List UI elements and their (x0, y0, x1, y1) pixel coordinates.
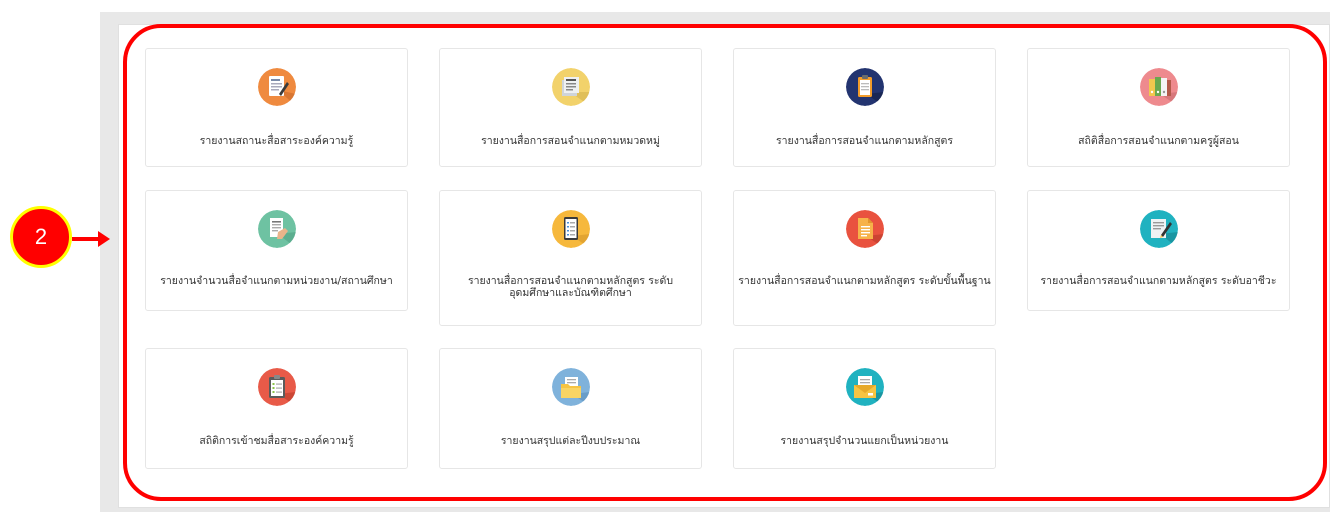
report-card-teacher-stats[interactable]: สถิติสื่อการสอนจำแนกตามครูผู้สอน (1027, 48, 1290, 167)
report-card-status[interactable]: รายงานสถานะสื่อสาระองค์ความรู้ (145, 48, 408, 167)
edit-document-icon (1139, 210, 1178, 248)
report-card-label: รายงานจำนวนสื่อจำแนกตามหน่วยงาน/สถานศึกษ… (160, 275, 393, 287)
step-marker: 2 (10, 206, 72, 268)
report-card-units[interactable]: รายงานจำนวนสื่อจำแนกตามหน่วยงาน/สถานศึกษ… (145, 190, 408, 311)
report-card-basic-ed[interactable]: รายงานสื่อการสอนจำแนกตามหลักสูตร ระดับขั… (733, 190, 996, 326)
report-card-visit-stats[interactable]: สถิติการเข้าชมสื่อสาระองค์ความรู้ (145, 348, 408, 469)
document-hand-icon (257, 210, 296, 248)
clipboard-icon (845, 68, 884, 106)
report-card-label: รายงานสื่อการสอนจำแนกตามหมวดหมู่ (481, 135, 660, 147)
report-card-category[interactable]: รายงานสื่อการสอนจำแนกตามหมวดหมู่ (439, 48, 702, 167)
binders-icon (1139, 68, 1178, 106)
report-card-by-unit[interactable]: รายงานสรุปจำนวนแยกเป็นหน่วยงาน (733, 348, 996, 469)
report-card-higher-ed[interactable]: รายงานสื่อการสอนจำแนกตามหลักสูตร ระดับอุ… (439, 190, 702, 326)
report-card-vocational[interactable]: รายงานสื่อการสอนจำแนกตามหลักสูตร ระดับอา… (1027, 190, 1290, 311)
report-card-label: รายงานสรุปแต่ละปีงบประมาณ (500, 435, 641, 447)
report-card-label: รายงานสถานะสื่อสาระองค์ความรู้ (199, 135, 354, 147)
document-form-icon (257, 68, 296, 106)
clipboard-list-icon (257, 368, 296, 406)
papers-stack-icon (551, 68, 590, 106)
document-icon (845, 210, 884, 248)
report-card-label: รายงานสื่อการสอนจำแนกตามหลักสูตร ระดับอา… (1040, 275, 1277, 287)
report-card-label: สถิติสื่อการสอนจำแนกตามครูผู้สอน (1078, 135, 1239, 147)
report-card-label: รายงานสื่อการสอนจำแนกตามหลักสูตร ระดับอุ… (467, 275, 674, 299)
report-card-label: รายงานสื่อการสอนจำแนกตามหลักสูตร (776, 135, 953, 147)
folder-icon (551, 368, 590, 406)
report-card-label: สถิติการเข้าชมสื่อสาระองค์ความรู้ (199, 435, 354, 447)
report-card-curriculum[interactable]: รายงานสื่อการสอนจำแนกตามหลักสูตร (733, 48, 996, 167)
envelope-icon (845, 368, 884, 406)
reports-panel: รายงานสถานะสื่อสาระองค์ความรู้ รายงานสื่… (118, 24, 1330, 508)
report-card-label: รายงานสรุปจำนวนแยกเป็นหน่วยงาน (780, 435, 949, 447)
report-card-fiscal-year[interactable]: รายงานสรุปแต่ละปีงบประมาณ (439, 348, 702, 469)
arrow-right-icon (72, 231, 110, 247)
checklist-icon (551, 210, 590, 248)
report-card-label: รายงานสื่อการสอนจำแนกตามหลักสูตร ระดับขั… (738, 275, 991, 287)
